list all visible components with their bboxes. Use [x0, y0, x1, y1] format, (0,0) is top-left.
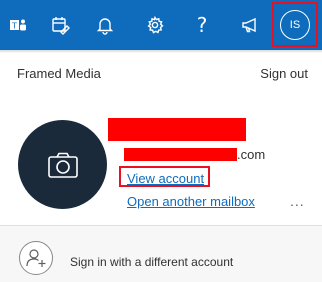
svg-text:T: T: [11, 21, 17, 30]
gear-icon[interactable]: [141, 11, 169, 39]
bell-icon[interactable]: [91, 11, 119, 39]
help-icon[interactable]: ?: [188, 11, 216, 39]
top-bar: T ? IS: [0, 0, 322, 50]
sign-in-different-account-label[interactable]: Sign in with a different account: [70, 255, 233, 269]
open-another-mailbox-link[interactable]: Open another mailbox: [127, 194, 255, 209]
redacted-name: [108, 118, 246, 141]
camera-icon: [47, 152, 78, 178]
profile-photo[interactable]: [18, 120, 107, 209]
megaphone-icon[interactable]: [236, 11, 264, 39]
more-options-button[interactable]: ...: [290, 193, 305, 209]
view-account-link[interactable]: View account: [127, 171, 204, 186]
redacted-email: [124, 148, 237, 161]
add-person-icon[interactable]: [19, 241, 53, 275]
email-domain: .com: [237, 147, 266, 162]
teams-icon[interactable]: T: [4, 11, 32, 39]
help-label: ?: [196, 13, 208, 37]
organization-name: Framed Media: [17, 66, 101, 81]
calendar-edit-icon[interactable]: [46, 11, 74, 39]
sign-out-link[interactable]: Sign out: [260, 66, 308, 81]
top-bar-shadow: [0, 50, 322, 53]
avatar[interactable]: IS: [280, 9, 310, 40]
account-manager-highlight[interactable]: IS: [272, 2, 318, 47]
